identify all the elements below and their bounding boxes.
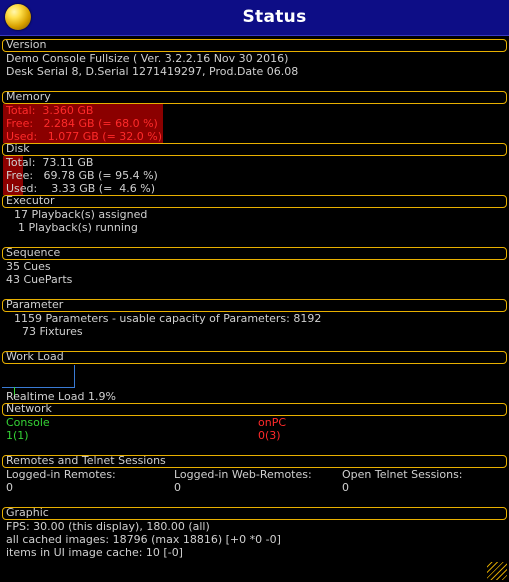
parameter-fixtures: 73 Fixtures [22,325,83,338]
status-content: Version Demo Console Fullsize ( Ver. 3.2… [0,36,509,582]
section-sequence-title: Sequence [6,246,61,259]
section-remotes: Remotes and Telnet Sessions [2,455,507,468]
network-console-label: Console [6,416,50,429]
section-graphic: Graphic [2,507,507,520]
network-onpc-value: 0(3) [258,429,281,442]
remotes-telnet-label: Open Telnet Sessions: [342,468,463,481]
window-title: Status [242,7,307,27]
memory-free: Free: 2.284 GB (= 68.0 %) [6,117,158,130]
version-line-2: Desk Serial 8, D.Serial 1271419297, Prod… [6,65,299,78]
section-remotes-title: Remotes and Telnet Sessions [6,454,166,467]
remotes-loggedin-value: 0 [6,481,13,494]
sequence-cues: 35 Cues [6,260,51,273]
section-executor: Executor [2,195,507,208]
executor-assigned: 17 Playback(s) assigned [14,208,148,221]
section-disk-title: Disk [6,142,30,155]
remotes-loggedin-label: Logged-in Remotes: [6,468,116,481]
section-parameter-title: Parameter [6,298,64,311]
version-line-1: Demo Console Fullsize ( Ver. 3.2.2.16 No… [6,52,289,65]
memory-total: Total: 3.360 GB [6,104,94,117]
status-window: Status Version Demo Console Fullsize ( V… [0,0,509,582]
graphic-ui-cache: items in UI image cache: 10 [-0] [6,546,183,559]
graphic-cached-images: all cached images: 18796 (max 18816) [+0… [6,533,281,546]
section-memory: Memory [2,91,507,104]
section-network-title: Network [6,402,52,415]
section-version-title: Version [6,38,47,51]
sequence-cueparts: 43 CueParts [6,273,73,286]
section-graphic-title: Graphic [6,506,49,519]
section-memory-title: Memory [6,90,51,103]
network-console-value: 1(1) [6,429,29,442]
section-disk: Disk [2,143,507,156]
bottom-bar [0,559,509,582]
remotes-web-label: Logged-in Web-Remotes: [174,468,312,481]
disk-free: Free: 69.78 GB (= 95.4 %) [6,169,158,182]
section-parameter: Parameter [2,299,507,312]
section-sequence: Sequence [2,247,507,260]
section-network: Network [2,403,507,416]
section-executor-title: Executor [6,194,55,207]
workload-graph [2,365,75,388]
section-version: Version [2,39,507,52]
section-workload-title: Work Load [6,350,64,363]
graphic-fps: FPS: 30.00 (this display), 180.00 (all) [6,520,210,533]
executor-running: 1 Playback(s) running [18,221,138,234]
remotes-web-value: 0 [174,481,181,494]
network-onpc-label: onPC [258,416,287,429]
remotes-telnet-value: 0 [342,481,349,494]
disk-total: Total: 73.11 GB [6,156,94,169]
resize-grip-icon[interactable] [487,562,507,580]
title-bar[interactable]: Status [0,0,509,36]
section-workload: Work Load [2,351,507,364]
parameter-count: 1159 Parameters - usable capacity of Par… [14,312,322,325]
